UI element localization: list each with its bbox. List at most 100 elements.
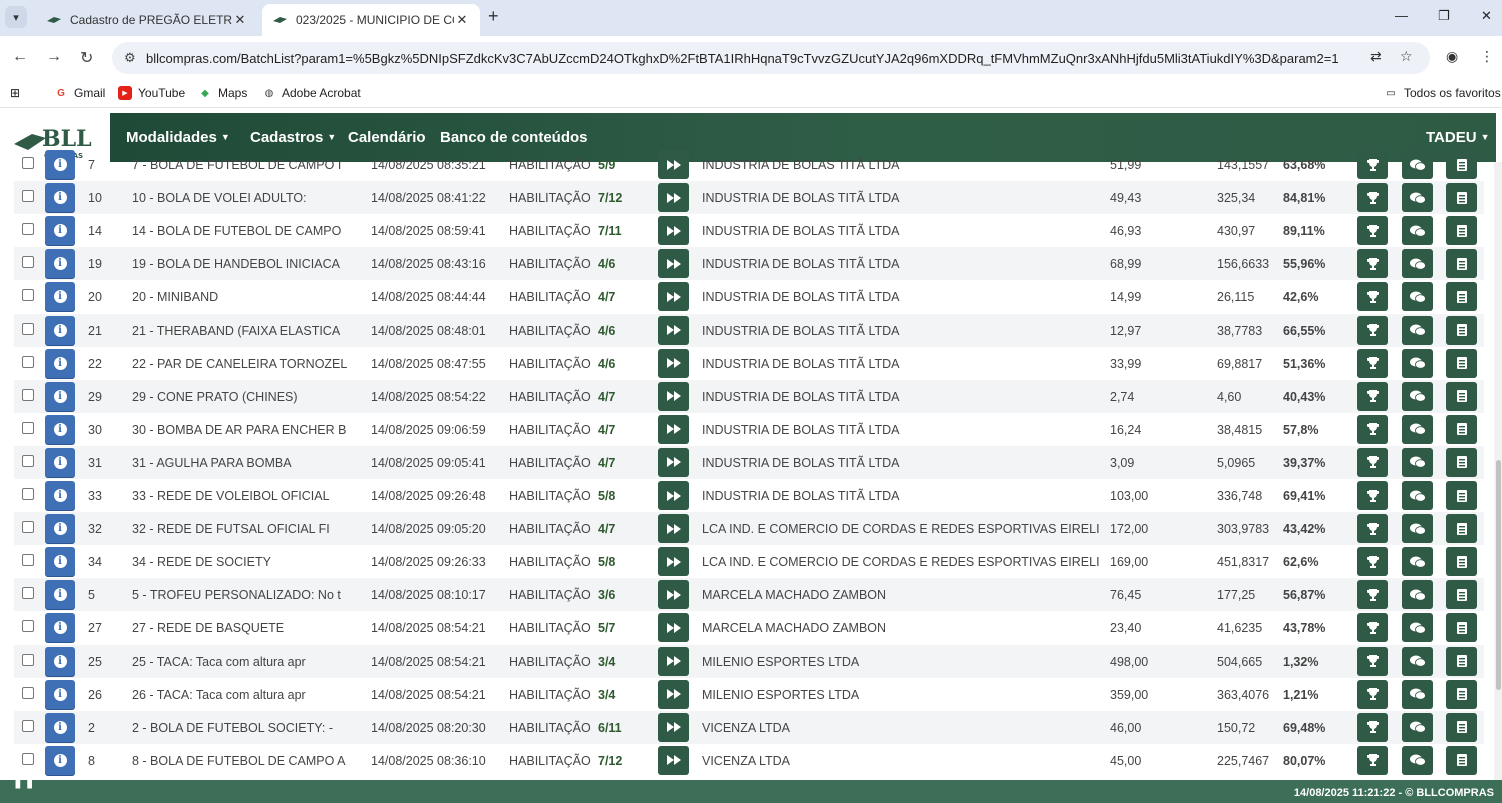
trophy-button[interactable] — [1357, 249, 1388, 279]
forward-arrow-icon[interactable]: → — [46, 48, 62, 66]
trophy-button[interactable] — [1357, 150, 1388, 179]
document-button[interactable] — [1446, 348, 1477, 378]
apps-grid-icon[interactable]: ⊞ — [10, 86, 20, 100]
translate-icon[interactable]: ⇄ — [1370, 48, 1382, 65]
trophy-button[interactable] — [1357, 514, 1388, 544]
chat-button[interactable] — [1402, 712, 1433, 742]
bookmark-maps[interactable]: ◆ Maps — [198, 86, 247, 100]
fast-forward-button[interactable] — [658, 613, 689, 643]
fast-forward-button[interactable] — [658, 580, 689, 610]
chat-button[interactable] — [1402, 514, 1433, 544]
row-checkbox[interactable] — [22, 587, 34, 600]
row-checkbox[interactable] — [22, 488, 34, 500]
restore-icon[interactable]: ❐ — [1438, 8, 1450, 24]
bookmark-gmail[interactable]: G Gmail — [54, 86, 105, 100]
tab-close-icon[interactable]: ✕ — [232, 12, 248, 28]
info-button[interactable]: i — [45, 282, 75, 312]
chat-button[interactable] — [1402, 745, 1433, 775]
menu-kebab-icon[interactable]: ⋮ — [1480, 48, 1494, 65]
document-button[interactable] — [1446, 183, 1477, 213]
close-window-icon[interactable]: ✕ — [1481, 8, 1492, 24]
trophy-button[interactable] — [1357, 282, 1388, 312]
browser-tab-1[interactable]: Cadastro de PREGÃO ELETRÔN ✕ — [36, 4, 258, 36]
fast-forward-button[interactable] — [658, 348, 689, 378]
browser-tab-2[interactable]: 023/2025 - MUNICIPIO DE CON ✕ — [262, 4, 480, 36]
trophy-button[interactable] — [1357, 580, 1388, 610]
all-favorites[interactable]: ▭ Todos os favoritos — [1384, 86, 1500, 100]
chat-button[interactable] — [1402, 315, 1433, 345]
tab-search-button[interactable]: ▾ — [5, 6, 27, 28]
chat-button[interactable] — [1402, 580, 1433, 610]
row-checkbox[interactable] — [22, 388, 34, 401]
row-checkbox[interactable] — [22, 454, 34, 467]
scrollbar-thumb[interactable] — [1496, 460, 1501, 690]
reload-icon[interactable]: ↻ — [80, 48, 93, 68]
info-button[interactable]: i — [45, 745, 75, 775]
info-button[interactable]: i — [45, 580, 75, 610]
chat-button[interactable] — [1402, 547, 1433, 577]
chat-button[interactable] — [1402, 348, 1433, 378]
trophy-button[interactable] — [1357, 183, 1388, 213]
trophy-button[interactable] — [1357, 679, 1388, 709]
fast-forward-button[interactable] — [658, 712, 689, 742]
row-checkbox[interactable] — [22, 223, 34, 236]
info-button[interactable]: i — [45, 679, 75, 709]
row-checkbox[interactable] — [22, 421, 34, 434]
trophy-button[interactable] — [1357, 613, 1388, 643]
chat-button[interactable] — [1402, 646, 1433, 676]
user-menu[interactable]: TADEU ▼ — [1426, 129, 1489, 146]
profile-icon[interactable]: ◉ — [1446, 48, 1458, 65]
document-button[interactable] — [1446, 547, 1477, 577]
row-checkbox[interactable] — [22, 289, 34, 302]
document-button[interactable] — [1446, 481, 1477, 510]
fast-forward-button[interactable] — [658, 481, 689, 510]
chat-button[interactable] — [1402, 150, 1433, 179]
row-checkbox[interactable] — [22, 355, 34, 368]
new-tab-icon[interactable]: + — [488, 6, 499, 27]
trophy-button[interactable] — [1357, 381, 1388, 411]
nav-calendario[interactable]: Calendário — [348, 129, 426, 146]
document-button[interactable] — [1446, 216, 1477, 246]
document-button[interactable] — [1446, 679, 1477, 709]
chat-button[interactable] — [1402, 481, 1433, 510]
document-button[interactable] — [1446, 315, 1477, 345]
trophy-button[interactable] — [1357, 414, 1388, 444]
document-button[interactable] — [1446, 414, 1477, 444]
fast-forward-button[interactable] — [658, 679, 689, 709]
document-button[interactable] — [1446, 514, 1477, 544]
row-checkbox[interactable] — [22, 256, 34, 269]
fast-forward-button[interactable] — [658, 249, 689, 279]
site-settings-icon[interactable]: ⚙ — [124, 50, 136, 66]
info-button[interactable]: i — [45, 646, 75, 676]
document-button[interactable] — [1446, 646, 1477, 676]
document-button[interactable] — [1446, 282, 1477, 312]
document-button[interactable] — [1446, 249, 1477, 279]
trophy-button[interactable] — [1357, 216, 1388, 246]
row-checkbox[interactable] — [22, 620, 34, 633]
fast-forward-button[interactable] — [658, 150, 689, 179]
fast-forward-button[interactable] — [658, 514, 689, 544]
row-checkbox[interactable] — [22, 322, 34, 335]
fast-forward-button[interactable] — [658, 381, 689, 411]
row-checkbox[interactable] — [22, 653, 34, 666]
document-button[interactable] — [1446, 150, 1477, 179]
bookmark-youtube[interactable]: ▶ YouTube — [118, 86, 185, 100]
info-button[interactable]: i — [45, 447, 75, 477]
fast-forward-button[interactable] — [658, 447, 689, 477]
chat-button[interactable] — [1402, 381, 1433, 411]
trophy-button[interactable] — [1357, 315, 1388, 345]
row-checkbox[interactable] — [22, 686, 34, 699]
fast-forward-button[interactable] — [658, 216, 689, 246]
trophy-button[interactable] — [1357, 646, 1388, 676]
row-checkbox[interactable] — [22, 554, 34, 567]
bookmark-star-icon[interactable]: ☆ — [1400, 48, 1413, 65]
row-checkbox[interactable] — [22, 190, 34, 203]
pause-icon[interactable]: ❚❚ — [12, 772, 35, 789]
back-arrow-icon[interactable]: ← — [12, 48, 28, 66]
trophy-button[interactable] — [1357, 481, 1388, 510]
document-button[interactable] — [1446, 580, 1477, 610]
document-button[interactable] — [1446, 447, 1477, 477]
info-button[interactable]: i — [45, 381, 75, 411]
info-button[interactable]: i — [45, 249, 75, 279]
trophy-button[interactable] — [1357, 348, 1388, 378]
